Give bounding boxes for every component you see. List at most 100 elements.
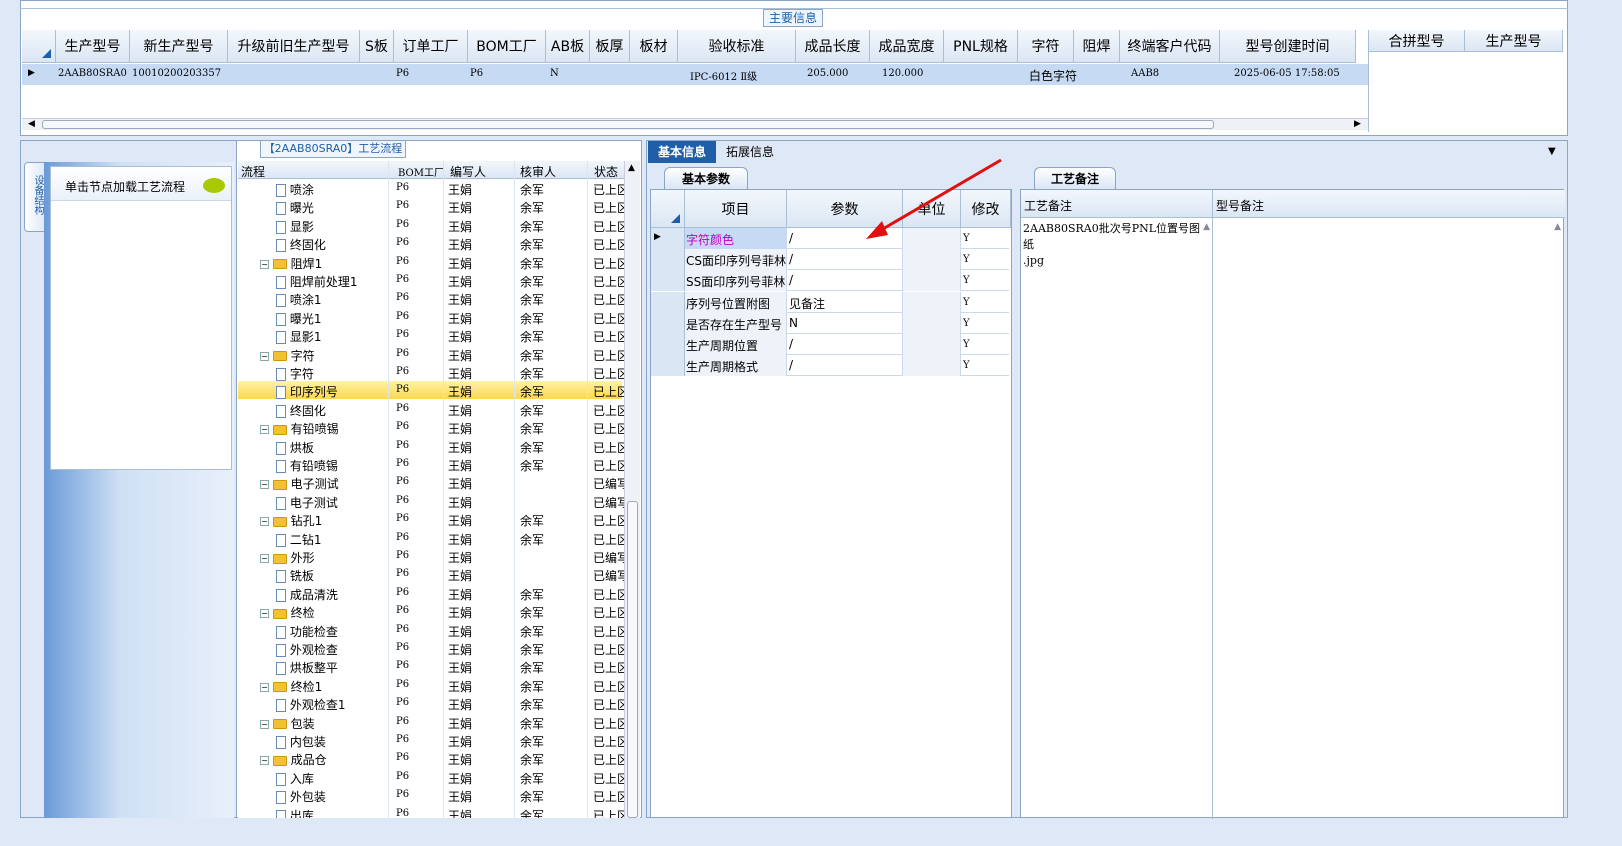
flow-tree-row[interactable]: 终固化 P6 王娟 余军 已上区: [238, 400, 624, 418]
top-col-header[interactable]: BOM工厂: [468, 30, 546, 63]
top-col-header[interactable]: 型号创建时间: [1220, 30, 1356, 63]
top-col-header[interactable]: 新生产型号: [130, 30, 228, 63]
top-col-header[interactable]: 阻焊: [1074, 30, 1120, 63]
flow-tree-row[interactable]: 喷涂1 P6 王娟 余军 已上区: [238, 289, 624, 308]
collapse-icon[interactable]: −: [260, 480, 269, 490]
flow-tree-row[interactable]: 显影 P6 王娟 余军 已上区: [238, 216, 624, 234]
top-col-header[interactable]: S板: [360, 30, 394, 63]
param-value[interactable]: /: [789, 231, 793, 245]
collapse-icon[interactable]: −: [260, 719, 269, 729]
flow-tree-row[interactable]: 喷涂 P6 王娟 余军 已上区: [238, 179, 624, 197]
flow-tree-row[interactable]: 内包装 P6 王娟 余军 已上区: [238, 731, 624, 749]
collapse-icon[interactable]: −: [260, 425, 269, 435]
flow-tree-row[interactable]: 外观检查1 P6 王娟 余军 已上区: [238, 694, 624, 713]
param-row[interactable]: 序列号位置附图 见备注 Y: [651, 291, 1009, 313]
flow-tree-row[interactable]: 曝光1 P6 王娟 余军 已上区: [238, 308, 624, 326]
flow-tree-row[interactable]: − 终检 P6 王娟 余军 已上区: [238, 602, 624, 620]
top-col-header[interactable]: AB板: [546, 30, 590, 63]
top-grid[interactable]: 生产型号 新生产型号 升级前旧生产型号 S板 订单工厂 BOM工厂 AB板 板厚 板材 验收标准成…: [22, 30, 1368, 130]
flow-tree-row[interactable]: 曝光 P6 王娟 余军 已上区: [238, 197, 624, 216]
flow-tree-row[interactable]: 有铅喷锡 P6 王娟 余军 已上区: [238, 455, 624, 473]
collapse-icon[interactable]: −: [260, 609, 269, 619]
top-col-header[interactable]: PNL规格: [944, 30, 1018, 63]
production-model-header[interactable]: 生产型号: [1465, 30, 1563, 52]
flow-tree-row[interactable]: 出库 P6 王娟 余军 已上区: [238, 805, 624, 818]
flow-tree-row[interactable]: 字符 P6 王娟 余军 已上区: [238, 363, 624, 381]
flow-tree-row[interactable]: − 钻孔1 P6 王娟 余军 已上区: [238, 510, 624, 528]
flow-col-name[interactable]: 流程: [241, 163, 265, 180]
flow-tree-row[interactable]: − 终检1 P6 王娟 余军 已上区: [238, 676, 624, 694]
flow-tree-row[interactable]: 功能检查 P6 王娟 余军 已上区: [238, 621, 624, 639]
scroll-up-icon[interactable]: ▲: [1203, 222, 1210, 232]
params-col-item[interactable]: 项目: [685, 190, 787, 228]
merge-model-header[interactable]: 合拼型号: [1369, 30, 1465, 52]
flow-col-factory[interactable]: BOM工厂: [398, 164, 444, 179]
top-col-header[interactable]: 成品长度: [796, 30, 870, 63]
param-row[interactable]: SS面印序列号菲林 / Y: [651, 270, 1009, 292]
top-col-header[interactable]: 字符: [1018, 30, 1074, 63]
flow-tree-row[interactable]: 外观检查 P6 王娟 余军 已上区: [238, 639, 624, 657]
tab-basic-info[interactable]: 基本信息: [648, 141, 716, 163]
flow-tree-row[interactable]: − 电子测试 P6 王娟 已编写: [238, 473, 624, 491]
top-col-header[interactable]: 生产型号: [56, 30, 130, 63]
param-row[interactable]: 生产周期格式 / Y: [651, 355, 1009, 377]
param-value[interactable]: N: [789, 316, 798, 330]
top-col-header[interactable]: 板厚: [590, 30, 630, 63]
flow-tree-row[interactable]: 电子测试 P6 王娟 已编写: [238, 492, 624, 510]
param-row[interactable]: CS面印序列号菲林 / Y: [651, 249, 1009, 271]
flow-tree-row[interactable]: − 包装 P6 王娟 余军 已上区: [238, 713, 624, 731]
flow-tree-row[interactable]: − 有铅喷锡 P6 王娟 余军 已上区: [238, 418, 624, 436]
flow-tree-row[interactable]: − 阻焊1 P6 王娟 余军 已上区: [238, 253, 624, 271]
param-row[interactable]: 生产周期位置 / Y: [651, 334, 1009, 355]
scroll-up-icon[interactable]: ▲: [628, 163, 635, 173]
param-value[interactable]: 见备注: [789, 295, 825, 312]
flow-tree-row[interactable]: 入库 P6 王娟 余军 已上区: [238, 768, 624, 786]
param-value[interactable]: /: [789, 273, 793, 287]
flow-col-reviewer[interactable]: 核审人: [520, 163, 556, 180]
top-grid-row[interactable]: ▶ 2AAB80SRA0 10010200203357 P6 P6 N IPC-…: [22, 64, 1368, 85]
param-value[interactable]: /: [789, 252, 793, 266]
flow-tree-row[interactable]: − 成品仓 P6 王娟 余军 已上区: [238, 749, 624, 767]
top-col-header[interactable]: 验收标准: [678, 30, 796, 63]
model-remark-text[interactable]: ▲: [1213, 218, 1565, 819]
flow-grid[interactable]: 流程 BOM工厂 编写人 核审人 状态 喷涂 P6 王娟 余军 已上区 曝光 P…: [238, 161, 624, 818]
process-remark-text[interactable]: 2AAB80SRA0批次号PNL位置号图纸 .jpg ▲: [1021, 218, 1213, 819]
top-col-header[interactable]: 订单工厂: [394, 30, 468, 63]
scroll-up-icon[interactable]: ▲: [1554, 222, 1561, 232]
flow-tree-row[interactable]: 烘板整平 P6 王娟 余军 已上区: [238, 657, 624, 676]
param-row[interactable]: 是否存在生产型号 N Y: [651, 312, 1009, 334]
flow-tree-row[interactable]: 外包装 P6 王娟 余军 已上区: [238, 786, 624, 805]
collapse-icon[interactable]: −: [260, 554, 269, 563]
top-col-header[interactable]: 终端客户代码: [1120, 30, 1220, 63]
collapse-icon[interactable]: −: [260, 351, 269, 361]
flow-tree-row[interactable]: 铣板 P6 王娟 已编写: [238, 565, 624, 584]
param-value[interactable]: /: [789, 358, 793, 372]
flow-tree-row[interactable]: 终固化 P6 王娟 余军 已上区: [238, 234, 624, 253]
flow-tree-row[interactable]: 二钻1 P6 王娟 余军 已上区: [238, 529, 624, 547]
params-grid[interactable]: 项目 参数 单位 修改 ▶ 字符颜色 / Y CS面印序列号菲林 / Y SS面…: [650, 189, 1012, 818]
flow-tree-row[interactable]: − 字符 P6 王娟 余军 已上区: [238, 345, 624, 363]
flow-tree-row[interactable]: 成品清洗 P6 王娟 余军 已上区: [238, 584, 624, 602]
merge-grid[interactable]: 合拼型号 生产型号: [1368, 30, 1563, 132]
param-value[interactable]: /: [789, 337, 793, 351]
collapse-icon[interactable]: −: [260, 517, 269, 527]
flow-tree-row[interactable]: 印序列号 P6 王娟 余军 已上区: [238, 381, 624, 400]
flow-col-writer[interactable]: 编写人: [450, 163, 486, 180]
scroll-left-icon[interactable]: ◀: [28, 119, 35, 129]
flow-tree-row[interactable]: − 外形 P6 王娟 已编写: [238, 547, 624, 565]
top-col-header[interactable]: 升级前旧生产型号: [228, 30, 360, 63]
top-col-header[interactable]: 成品宽度: [870, 30, 944, 63]
sub-tab-basic-params[interactable]: 基本参数: [664, 167, 748, 189]
collapse-icon[interactable]: −: [260, 682, 269, 692]
flow-col-status[interactable]: 状态: [594, 163, 618, 180]
top-col-header[interactable]: 板材: [630, 30, 678, 63]
horizontal-scrollbar[interactable]: ◀ ▶: [22, 118, 1368, 130]
collapse-icon[interactable]: −: [260, 756, 269, 766]
collapse-icon[interactable]: −: [260, 259, 269, 269]
tab-process-remarks[interactable]: 工艺备注: [1034, 167, 1116, 189]
flow-tree-row[interactable]: 显影1 P6 王娟 余军 已上区: [238, 326, 624, 345]
panel-menu-icon[interactable]: ▼: [1548, 146, 1556, 157]
flow-tree-row[interactable]: 烘板 P6 王娟 余军 已上区: [238, 437, 624, 455]
tab-extended-info[interactable]: 拓展信息: [716, 141, 784, 163]
scroll-right-icon[interactable]: ▶: [1354, 119, 1361, 129]
